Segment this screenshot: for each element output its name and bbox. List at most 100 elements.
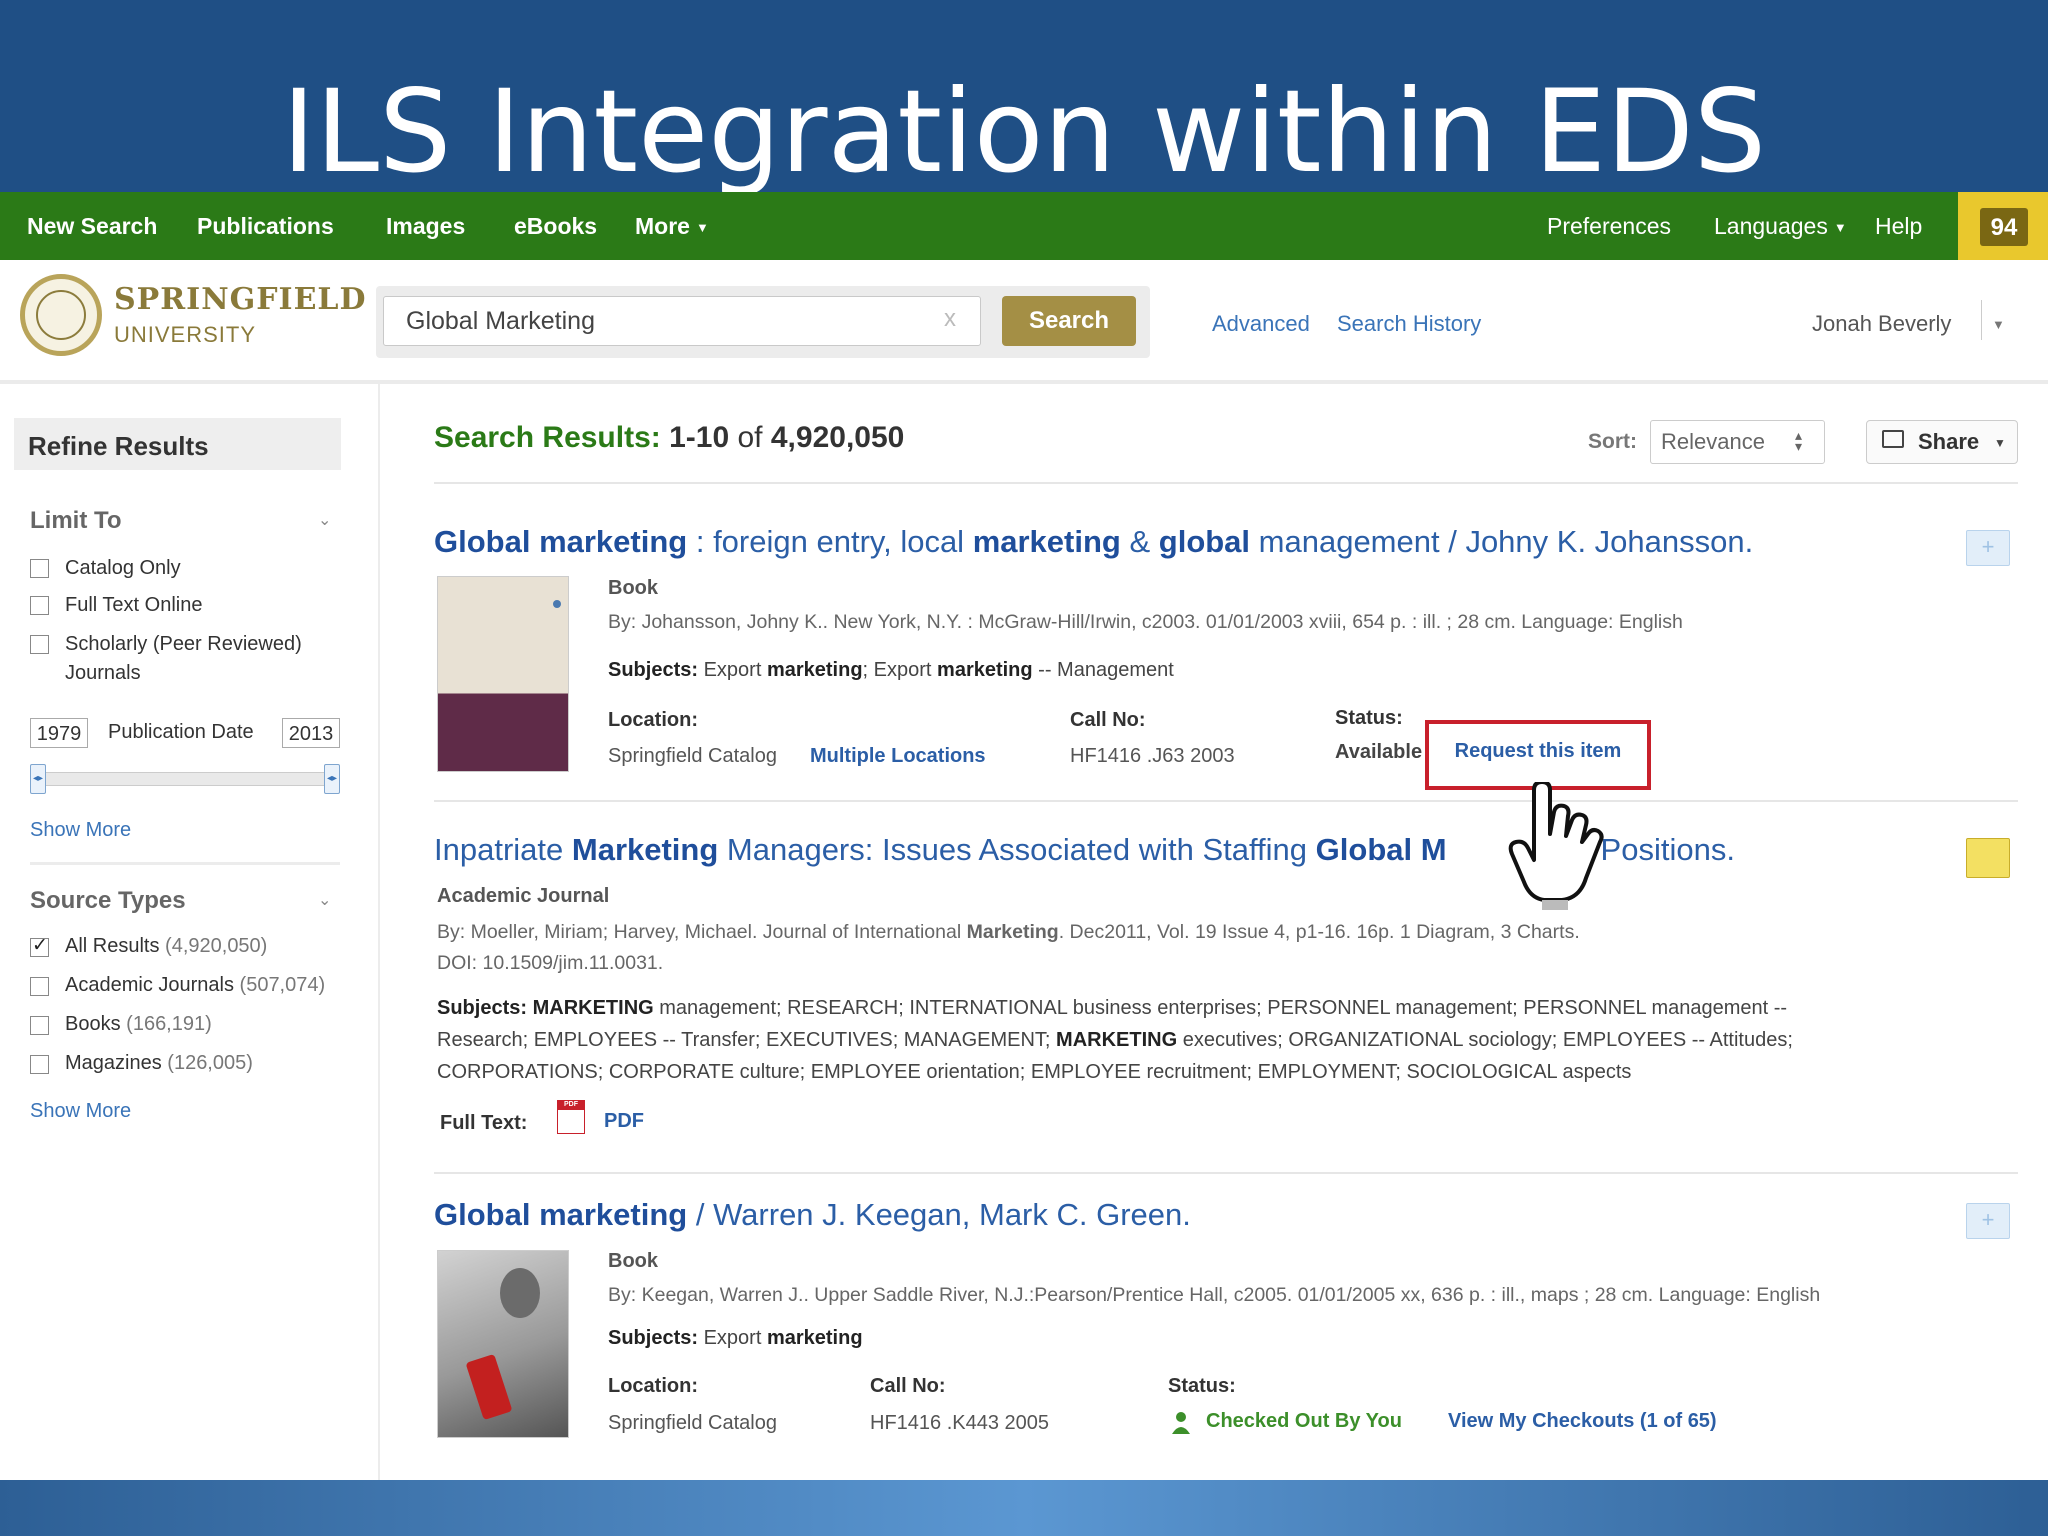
all-results-checkbox[interactable] [30,934,49,957]
date-slider-track[interactable] [30,772,340,786]
share-label: Share [1918,429,1980,454]
request-this-item-link[interactable]: Request this item [1425,720,1651,790]
source-label: Academic Journals [65,974,234,996]
nav-languages-label: Languages [1714,213,1828,239]
source-types-heading[interactable]: Source Types [30,887,186,915]
subject-part: marketing [937,659,1033,681]
nav-new-search[interactable]: New Search [27,192,157,260]
title-part: Global marketing [434,1197,688,1232]
user-menu-caret-icon[interactable]: ▼ [1992,317,2005,332]
callno-label: Call No: [870,1375,946,1397]
academic-journals-checkbox[interactable] [30,977,49,996]
subject-part: management; RESEARCH; INTERNATIONAL busi… [653,997,1788,1019]
subject-part: Export [703,1327,767,1349]
person-icon [1172,1412,1190,1434]
source-count: (507,074) [239,974,326,996]
magazines-option: Magazines (126,005) [65,1052,253,1075]
result-meta: By: Keegan, Warren J.. Upper Saddle Rive… [608,1284,1821,1306]
title-part: M [1412,832,1447,867]
subject-part: executives; ORGANIZATIONAL sociology; EM… [1177,1029,1793,1051]
title-part: / Warren J. Keegan, Mark C. Green. [687,1197,1191,1232]
title-part: Marketing [571,832,719,867]
result-meta: By: Johansson, Johny K.. New York, N.Y. … [608,611,1683,633]
subject-part: MARKETING [1056,1029,1178,1051]
limit-to-heading[interactable]: Limit To [30,507,122,535]
view-checkouts-link[interactable]: View My Checkouts (1 of 65) [1448,1410,1717,1433]
pdf-icon-band: PDF [557,1100,585,1110]
books-checkbox[interactable] [30,1016,49,1035]
location-label: Location: [608,1375,698,1397]
magazines-checkbox[interactable] [30,1055,49,1074]
nav-preferences[interactable]: Preferences [1547,192,1671,260]
sort-arrows-icon: ▴ ▾ [1795,427,1803,454]
callno-value: HF1416 .J63 2003 [1070,745,1235,767]
subject-part: marketing [766,1327,863,1349]
cover-detail [500,1268,540,1318]
scholarly-checkbox[interactable] [30,635,49,654]
date-to-input[interactable]: 2013 [282,718,340,748]
nav-images[interactable]: Images [386,192,465,260]
date-slider-handle-left[interactable]: ◂▸ [30,764,46,794]
subject-part: ; Export [862,659,938,681]
date-slider-handle-right[interactable]: ◂▸ [324,764,340,794]
search-input[interactable] [383,296,981,346]
nav-more[interactable]: More ▼ [635,192,709,260]
subject-part: marketing [766,659,863,681]
nav-help[interactable]: Help [1875,192,1922,260]
fulltext-label: Full Text: [440,1112,528,1134]
source-label: Magazines [65,1052,162,1074]
location-value: Springfield Catalog [608,1412,777,1434]
result-type: Academic Journal [437,885,610,907]
divider [1981,300,1982,340]
all-results-option: All Results (4,920,050) [65,935,267,958]
show-more-sources-link[interactable]: Show More [30,1100,131,1123]
title-part: Inpatriate [434,832,572,867]
book-cover-image[interactable] [437,576,569,772]
subject-part: Research; EMPLOYEES -- Transfer; EXECUTI… [437,1029,1057,1051]
result-3-title[interactable]: Global marketing / Warren J. Keegan, Mar… [434,1197,1191,1233]
catalog-only-checkbox[interactable] [30,559,49,578]
scholarly-label: Scholarly (Peer Reviewed) [65,633,302,655]
subjects-line: Research; EMPLOYEES -- Transfer; EXECUTI… [437,1029,1793,1052]
search-button[interactable]: Search [1002,296,1136,346]
title-part: & [1120,524,1159,559]
share-icon [1882,430,1904,448]
full-text-online-checkbox[interactable] [30,596,49,615]
caret-down-icon: ▼ [695,219,709,235]
add-to-folder-icon[interactable]: + [1966,530,2010,566]
subjects-label: Subjects: [437,997,528,1019]
show-more-limits-link[interactable]: Show More [30,819,131,842]
subjects-line: CORPORATIONS; CORPORATE culture; EMPLOYE… [437,1061,1632,1083]
status-label: Status: [1168,1375,1236,1397]
results-range: 1-10 [669,421,730,454]
clear-search-icon[interactable]: x [944,305,956,333]
search-history-link[interactable]: Search History [1337,311,1481,337]
nav-ebooks[interactable]: eBooks [514,192,597,260]
nav-languages[interactable]: Languages ▼ [1714,192,1847,260]
in-folder-icon[interactable] [1966,838,2010,878]
status-value: Checked Out By You [1206,1410,1402,1432]
subject-part: MARKETING [532,997,654,1019]
sort-label: Sort: [1588,430,1637,453]
result-divider [434,1172,2018,1174]
multiple-locations-link[interactable]: Multiple Locations [810,745,986,768]
logo-name: SPRINGFIELD [114,282,367,317]
pdf-link[interactable]: PDF [604,1110,644,1133]
meta-part: By: Moeller, Miriam; Harvey, Michael. Jo… [437,921,967,943]
nav-publications[interactable]: Publications [197,192,334,260]
caret-down-icon: ▼ [1994,436,2006,450]
chevron-down-icon[interactable]: ⌄ [318,510,331,530]
user-name[interactable]: Jonah Beverly [1812,311,1951,337]
location-value: Springfield Catalog [608,745,777,767]
result-1-title[interactable]: Global marketing : foreign entry, local … [434,524,1753,560]
chevron-down-icon[interactable]: ⌄ [318,890,331,910]
title-part: Managers: Issues Associated with Staffin… [718,832,1316,867]
catalog-only-label: Catalog Only [65,557,181,579]
meta-part: . Dec2011, Vol. 19 Issue 4, p1-16. 16p. … [1058,921,1580,943]
advanced-search-link[interactable]: Advanced [1212,311,1310,337]
books-option: Books (166,191) [65,1013,212,1036]
add-to-folder-icon[interactable]: + [1966,1203,2010,1239]
slide-title: ILS Integration within EDS [281,65,1767,198]
date-from-input[interactable]: 1979 [30,718,88,748]
cover-detail [553,600,561,608]
